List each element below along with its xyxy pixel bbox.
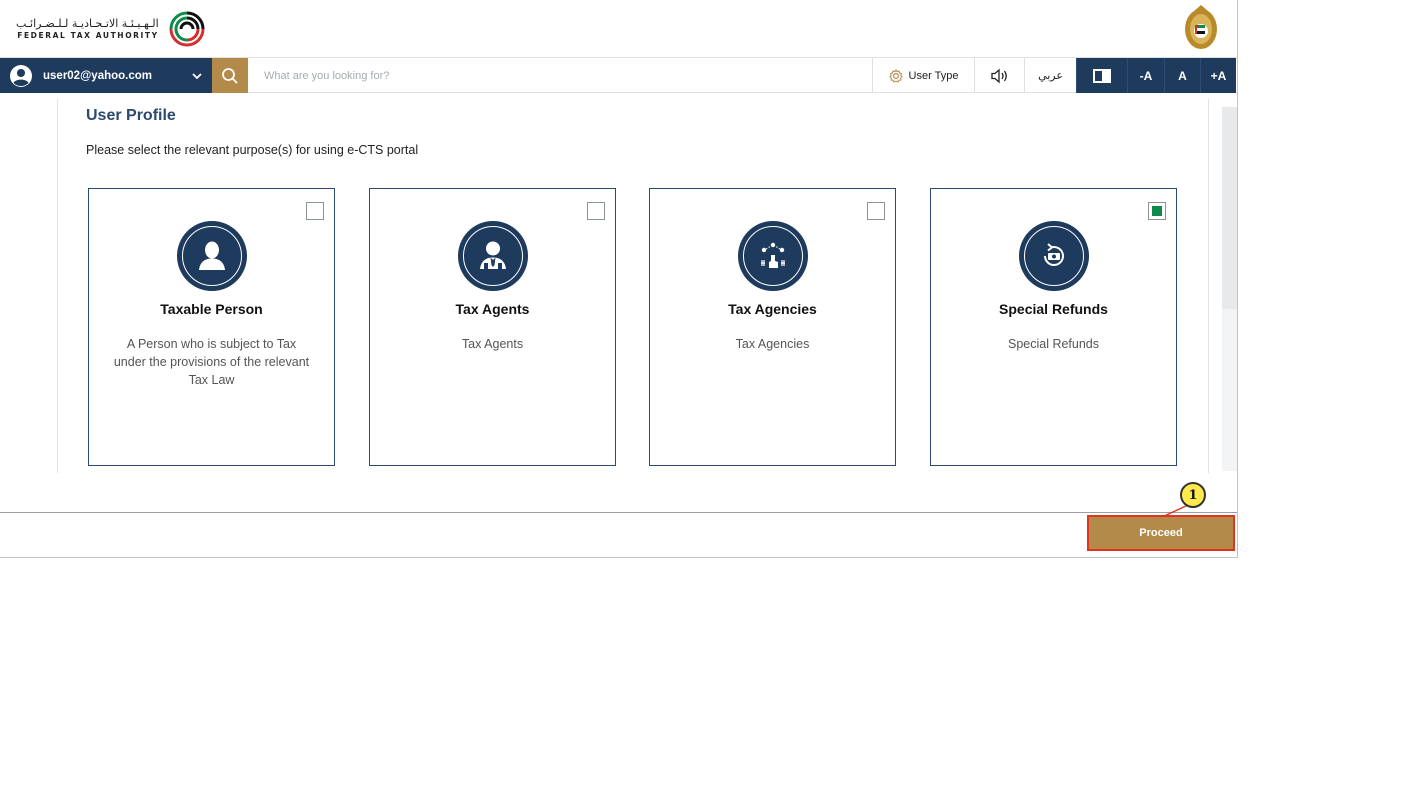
taxable-person-checkbox[interactable]	[306, 202, 324, 220]
card-tax-agencies[interactable]: Tax Agencies Tax Agencies	[649, 188, 896, 466]
user-type-label: User Type	[908, 69, 959, 82]
search-input[interactable]	[252, 58, 872, 93]
gear-icon	[888, 68, 903, 83]
navbar: user02@yahoo.com User Type	[0, 57, 1237, 93]
card-tax-agents[interactable]: Tax Agents Tax Agents	[369, 188, 616, 466]
user-avatar-icon	[10, 64, 32, 87]
user-email: user02@yahoo.com	[43, 69, 153, 82]
font-increase-button[interactable]: +A	[1200, 58, 1236, 93]
card-title: Tax Agencies	[728, 301, 817, 317]
fta-logo-icon	[169, 11, 205, 47]
card-title: Special Refunds	[999, 301, 1108, 317]
font-decrease-button[interactable]: -A	[1127, 58, 1164, 93]
tax-agents-checkbox[interactable]	[587, 202, 605, 220]
browser-frame: الـهـيـئـة الاتـحـاديـة لـلـضـرائـب FEDE…	[0, 0, 1238, 558]
logo-arabic-text: الـهـيـئـة الاتـحـاديـة لـلـضـرائـب	[16, 17, 159, 30]
footer-divider	[0, 512, 1237, 513]
card-special-refunds[interactable]: Special Refunds Special Refunds	[930, 188, 1177, 466]
contrast-toggle-button[interactable]	[1076, 58, 1127, 93]
logo-english-text: FEDERAL TAX AUTHORITY	[17, 31, 159, 40]
special-refunds-checkbox[interactable]	[1148, 202, 1166, 220]
search-button[interactable]	[212, 58, 248, 93]
tax-agencies-checkbox[interactable]	[867, 202, 885, 220]
step-callout-badge: 1	[1180, 482, 1206, 508]
uae-emblem-icon	[1185, 5, 1217, 49]
page-title: User Profile	[86, 107, 176, 124]
scrollbar-thumb[interactable]	[1222, 107, 1237, 309]
page-subtitle: Please select the relevant purpose(s) fo…	[86, 143, 419, 157]
fta-logo[interactable]: الـهـيـئـة الاتـحـاديـة لـلـضـرائـب FEDE…	[16, 6, 209, 52]
card-title: Taxable Person	[160, 301, 263, 317]
top-header: الـهـيـئـة الاتـحـاديـة لـلـضـرائـب FEDE…	[0, 0, 1237, 57]
card-description: A Person who is subject to Tax under the…	[113, 337, 310, 387]
proceed-highlight: Proceed	[1087, 515, 1235, 551]
card-description: Tax Agencies	[735, 337, 810, 351]
search-icon	[222, 67, 238, 84]
chevron-down-icon	[192, 72, 202, 79]
speaker-icon	[990, 68, 1007, 83]
font-normal-button[interactable]: A	[1164, 58, 1200, 93]
text-to-speech-button[interactable]	[974, 58, 1024, 93]
card-title: Tax Agents	[455, 301, 530, 317]
card-taxable-person[interactable]: Taxable Person A Person who is subject t…	[88, 188, 335, 466]
user-menu-button[interactable]: user02@yahoo.com	[0, 58, 212, 93]
card-description: Tax Agents	[461, 337, 524, 351]
proceed-button[interactable]: Proceed	[1089, 517, 1233, 549]
arabic-language-button[interactable]: عربي	[1024, 58, 1076, 93]
agency-icon	[737, 221, 808, 291]
logo-text: الـهـيـئـة الاتـحـاديـة لـلـضـرائـب FEDE…	[16, 17, 159, 41]
contrast-icon	[1093, 68, 1111, 83]
card-description: Special Refunds	[1007, 337, 1100, 351]
agent-icon	[457, 221, 528, 291]
refund-icon	[1018, 221, 1089, 291]
person-icon	[176, 221, 247, 291]
user-type-button[interactable]: User Type	[872, 58, 974, 93]
